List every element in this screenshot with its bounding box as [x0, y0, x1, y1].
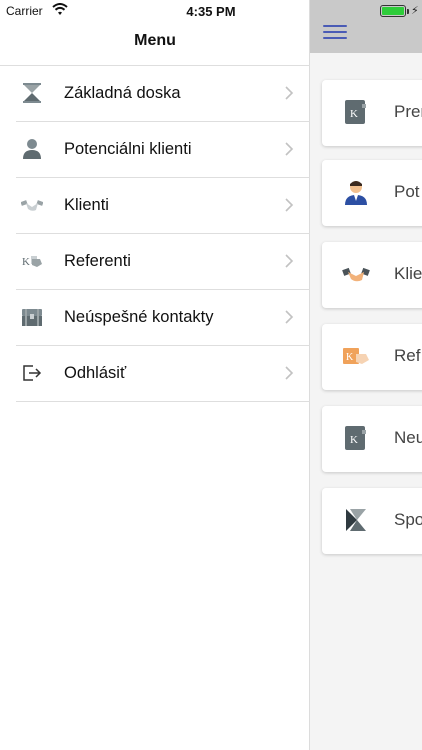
svg-text:K: K [350, 108, 358, 120]
side-menu: Carrier Menu Základná doska Potenciálni … [0, 0, 310, 750]
handshake-icon [21, 200, 43, 211]
card-label: Prem [394, 102, 422, 121]
referral-card-icon: K [343, 348, 369, 364]
chevron-right-icon [285, 254, 294, 268]
handshake-icon [342, 267, 370, 282]
background-app: ⚡ K Prem Pot Klie K Ref [310, 0, 422, 750]
menu-item-label: Klienti [64, 196, 109, 214]
chevron-right-icon [285, 310, 294, 324]
chevron-right-icon [285, 198, 294, 212]
card-label: Pot [394, 182, 420, 201]
card-label: Neu [394, 428, 422, 447]
treasure-chest-icon [22, 309, 42, 326]
svg-text:K: K [350, 434, 358, 446]
menu-item-failed-contacts[interactable]: Neúspešné kontakty [16, 290, 310, 346]
menu-item-label: Odhlásiť [64, 364, 127, 382]
hamburger-menu-icon[interactable] [323, 24, 349, 41]
document-k-icon: K [345, 100, 366, 124]
dashboard-card[interactable]: K Neu [322, 406, 422, 472]
menu-item-label: Referenti [64, 252, 131, 270]
svg-text:K: K [22, 256, 30, 268]
menu-item-label: Neúspešné kontakty [64, 308, 214, 326]
dashboard-card[interactable]: Klie [322, 242, 422, 308]
document-k-icon: K [345, 426, 366, 450]
menu-item-referrers[interactable]: K Referenti [16, 234, 310, 290]
dashboard-card[interactable]: Pot [322, 160, 422, 226]
logout-icon [23, 365, 42, 381]
dashboard-card[interactable]: K Prem [322, 80, 422, 146]
dashboard-card[interactable]: Spo [322, 488, 422, 554]
k-logo-icon [346, 509, 366, 531]
chevron-right-icon [285, 86, 294, 100]
chevron-right-icon [285, 366, 294, 380]
person-icon [23, 139, 41, 159]
menu-item-label: Potenciálni klienti [64, 140, 192, 158]
svg-text:K: K [346, 352, 354, 363]
card-label: Ref [394, 346, 421, 365]
card-label: Klie [394, 264, 422, 283]
chevron-right-icon [285, 142, 294, 156]
status-time: 4:35 PM [186, 4, 236, 19]
dashboard-card[interactable]: K Ref [322, 324, 422, 390]
agent-icon [345, 181, 367, 205]
menu-item-logout[interactable]: Odhlásiť [16, 346, 310, 402]
menu-item-clients[interactable]: Klienti [16, 178, 310, 234]
menu-item-dashboard[interactable]: Základná doska [16, 66, 310, 122]
hourglass-icon [23, 83, 41, 103]
menu-title: Menu [134, 32, 176, 49]
menu-item-label: Základná doska [64, 84, 181, 102]
referral-card-icon: K [22, 256, 42, 268]
card-label: Spo [394, 510, 422, 529]
menu-item-prospects[interactable]: Potenciálni klienti [16, 122, 310, 178]
